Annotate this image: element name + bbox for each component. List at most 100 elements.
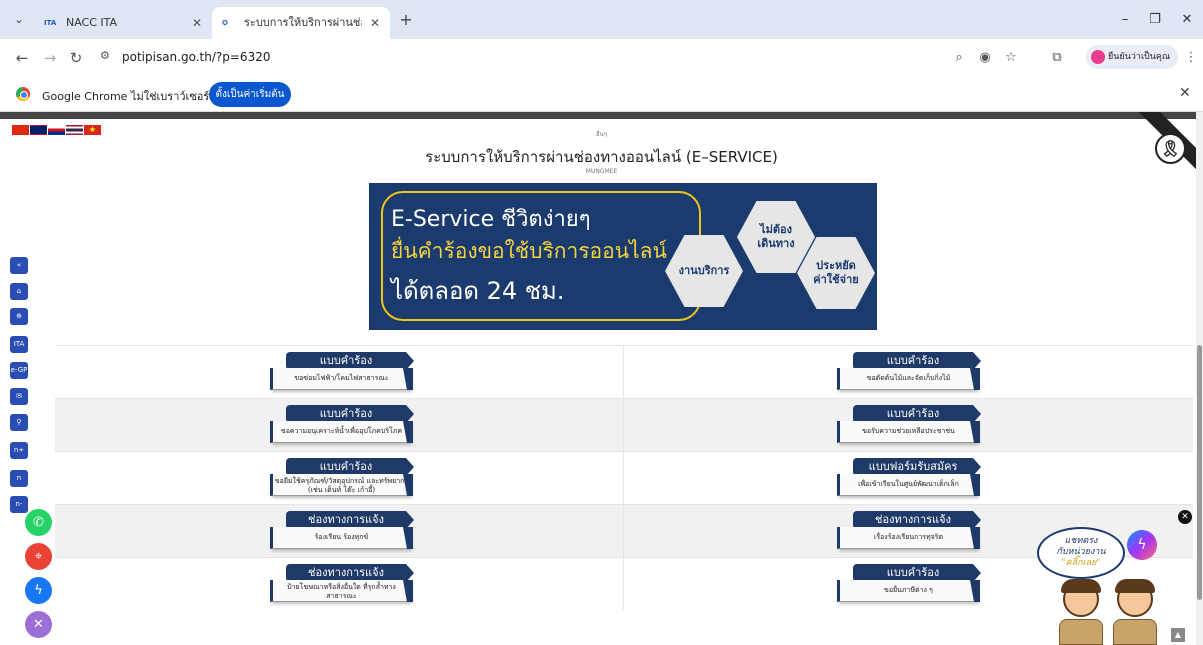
form-button-subtitle: ขอยืมใช้ครุภัณฑ์/วัสดุอุปกรณ์ และทรัพยาก… [270, 474, 410, 496]
form-cell: ช่องทางการแจ้ง ร้องเรียน ร้องทุกข์ [55, 505, 623, 558]
ita-favicon-icon: ITA [44, 19, 57, 27]
eservice-form-grid: แบบคำร้อง ขอซ่อมไฟฟ้า/โคมไฟสาธารณะ แบบคำ… [55, 345, 1193, 610]
infobar-close-icon[interactable]: ✕ [1179, 85, 1191, 101]
address-bar[interactable]: ⚙ potipisan.go.th/?p=6320 [94, 45, 994, 71]
profile-label: ยืนยันว่าเป็นคุณ [1108, 52, 1171, 62]
collapse-sidebar-icon[interactable]: « [10, 257, 28, 274]
form-cell: ช่องทางการแจ้ง ป้ายโฆษณาหรือสิ่งอื่นใด ท… [55, 558, 623, 611]
sidebar-link-n[interactable]: n [10, 470, 28, 487]
form-button-subtitle: เพื่อเข้าเรียนในศูนย์พัฒนาเด็กเล็ก [837, 474, 977, 496]
form-tree-cutting-button[interactable]: แบบคำร้อง ขอตัดต้นไม้และจัดเก็บกิ่งไม้ [837, 352, 982, 394]
form-button-subtitle: เรื่องร้องเรียนการทุจริต [837, 527, 977, 549]
back-icon[interactable]: ← [12, 48, 32, 68]
page-content: ★ 🎗 อื่นๆ ระบบการให้บริการผ่านช่องทางออน… [0, 112, 1203, 645]
messenger-icon[interactable]: ϟ [25, 577, 52, 604]
form-streetlight-repair-button[interactable]: แบบคำร้อง ขอซ่อมไฟฟ้า/โคมไฟสาธารณะ [270, 352, 415, 394]
extensions-icon[interactable]: ⧉ [1048, 49, 1066, 67]
chat-bubble-line: "คลิ๊กเลย" [1061, 558, 1101, 568]
chat-bubble[interactable]: แชทตรง กับหน่วยงาน "คลิ๊กเลย" [1037, 527, 1125, 579]
scrollbar-thumb[interactable] [1197, 345, 1202, 600]
egp-link[interactable]: e-GP [10, 362, 28, 379]
form-button-subtitle: ร้องเรียน ร้องทุกข์ [270, 527, 410, 549]
form-cell: แบบคำร้อง ขอความอนุเคราะห์น้ำเพื่ออุปโภค… [55, 399, 623, 452]
form-water-request-button[interactable]: แบบคำร้อง ขอความอนุเคราะห์น้ำเพื่ออุปโภค… [270, 405, 415, 447]
restore-icon[interactable]: ❐ [1145, 10, 1165, 30]
form-cell: แบบคำร้อง ขอรับความช่วยเหลือประชาชน [624, 399, 1193, 452]
sidebar-link-n-minus[interactable]: n- [10, 496, 28, 513]
url-text[interactable]: potipisan.go.th/?p=6320 [122, 50, 270, 64]
tab-strip: ⌄ ITA NACC ITA ✕ ✪ ระบบการให้บริการผ่านช… [0, 0, 1203, 39]
eservice-banner: E-Service ชีวิตง่ายๆ ยื่นคำร้องขอใช้บริก… [369, 183, 877, 330]
default-browser-infobar: Google Chrome ไม่ใช่เบราว์เซอร์เริ่มต้น … [0, 77, 1203, 112]
tab-close-icon[interactable]: ✕ [370, 7, 380, 39]
chat-bubble-line: แชทตรง [1064, 536, 1098, 546]
set-default-button[interactable]: ตั้งเป็นค่าเริ่มต้น [209, 82, 291, 107]
chat-bubble-line: กับหน่วยงาน [1056, 547, 1106, 557]
avatar [1091, 50, 1105, 64]
form-complaint-button[interactable]: ช่องทางการแจ้ง ร้องเรียน ร้องทุกข์ [270, 511, 415, 553]
ita-link[interactable]: ITA [10, 336, 28, 353]
person-icon[interactable]: ⚲ [10, 414, 28, 431]
form-cell: แบบคำร้อง ขอยืมใช้ครุภัณฑ์/วัสดุอุปกรณ์ … [55, 452, 623, 505]
form-row: แบบคำร้อง ขอยืมใช้ครุภัณฑ์/วัสดุอุปกรณ์ … [55, 451, 1193, 504]
banner-line-3: ได้ตลอด 24 ชม. [391, 277, 565, 305]
tab-eservice[interactable]: ✪ ระบบการให้บริการผ่านช่องทางออนไล ✕ [212, 7, 390, 39]
page-subtitle: MUNGMEE [585, 168, 618, 175]
form-public-assistance-button[interactable]: แบบคำร้อง ขอรับความช่วยเหลือประชาชน [837, 405, 982, 447]
mail-icon[interactable]: ✉ [10, 388, 28, 405]
form-button-subtitle: ขอความอนุเคราะห์น้ำเพื่ออุปโภคบริโภค [270, 421, 410, 443]
form-button-subtitle: ขอยื่นภาษีต่าง ๆ [837, 580, 977, 602]
form-corruption-report-button[interactable]: ช่องทางการแจ้ง เรื่องร้องเรียนการทุจริต [837, 511, 982, 553]
profile-button[interactable]: ยืนยันว่าเป็นคุณ [1086, 45, 1178, 69]
close-window-icon[interactable]: ✕ [1177, 10, 1197, 30]
category-label: อื่นๆ [596, 131, 607, 138]
form-row: แบบคำร้อง ขอความอนุเคราะห์น้ำเพื่ออุปโภค… [55, 398, 1193, 451]
form-button-subtitle: ขอรับความช่วยเหลือประชาชน [837, 421, 977, 443]
form-cell: แบบคำร้อง ขอตัดต้นไม้และจัดเก็บกิ่งไม้ [624, 346, 1193, 399]
bookmark-star-icon[interactable]: ☆ [1002, 49, 1020, 67]
form-tax-filing-button[interactable]: แบบคำร้อง ขอยื่นภาษีต่าง ๆ [837, 564, 982, 606]
close-contacts-icon[interactable]: ✕ [25, 611, 52, 638]
seal-favicon-icon: ✪ [222, 19, 228, 27]
zoom-icon[interactable]: ⌕ [950, 49, 968, 67]
new-tab-icon[interactable]: + [396, 10, 416, 30]
tab-search-icon[interactable]: ⌄ [10, 11, 28, 29]
reload-icon[interactable]: ↻ [66, 48, 86, 68]
news-ticker [0, 112, 1203, 119]
tab-title: NACC ITA [66, 16, 118, 29]
lens-icon[interactable]: ◉ [976, 49, 994, 67]
form-cell: แบบฟอร์มรับสมัคร เพื่อเข้าเรียนในศูนย์พั… [624, 452, 1193, 505]
home-icon[interactable]: ⌂ [10, 283, 28, 300]
form-row: ช่องทางการแจ้ง ร้องเรียน ร้องทุกข์ ช่องท… [55, 504, 1193, 557]
form-row: ช่องทางการแจ้ง ป้ายโฆษณาหรือสิ่งอื่นใด ท… [55, 557, 1193, 610]
site-info-icon[interactable]: ⚙ [100, 49, 110, 62]
chat-messenger-icon[interactable]: ϟ [1127, 530, 1157, 560]
sidebar-link-n-plus[interactable]: n+ [10, 442, 28, 459]
tab-close-icon[interactable]: ✕ [192, 7, 202, 39]
mascot-girl [1107, 579, 1163, 645]
minimize-icon[interactable]: – [1115, 10, 1135, 30]
forward-icon[interactable]: → [40, 48, 60, 68]
browser-toolbar: ← → ↻ ⚙ potipisan.go.th/?p=6320 ⌕ ◉ ☆ ⧉ … [0, 39, 1203, 77]
form-button-subtitle: ขอตัดต้นไม้และจัดเก็บกิ่งไม้ [837, 368, 977, 390]
form-cell: แบบคำร้อง ขอซ่อมไฟฟ้า/โคมไฟสาธารณะ [55, 346, 623, 399]
form-button-subtitle: ขอซ่อมไฟฟ้า/โคมไฟสาธารณะ [270, 368, 410, 390]
tab-nacc-ita[interactable]: ITA NACC ITA ✕ [34, 7, 212, 39]
banner-line-2: ยื่นคำร้องขอใช้บริการออนไลน์ [391, 239, 667, 263]
menu-icon[interactable]: ⋮ [1182, 49, 1200, 67]
close-chat-icon[interactable]: ✕ [1178, 510, 1192, 524]
globe-icon[interactable]: ⊕ [10, 308, 28, 325]
form-button-subtitle: ป้ายโฆษณาหรือสิ่งอื่นใด ที่รุกล้ำทางสาธา… [270, 580, 410, 602]
scroll-to-top-icon[interactable]: ▲ [1171, 628, 1185, 642]
chrome-logo-icon [16, 87, 30, 101]
banner-line-1: E-Service ชีวิตง่ายๆ [391, 207, 591, 232]
form-billboard-encroachment-button[interactable]: ช่องทางการแจ้ง ป้ายโฆษณาหรือสิ่งอื่นใด ท… [270, 564, 415, 606]
mascot-boy [1053, 579, 1109, 645]
form-equipment-loan-button[interactable]: แบบคำร้อง ขอยืมใช้ครุภัณฑ์/วัสดุอุปกรณ์ … [270, 458, 415, 500]
tab-title: ระบบการให้บริการผ่านช่องทางออนไล [244, 16, 362, 29]
phone-icon[interactable]: ✆ [25, 509, 52, 536]
mascot-image[interactable] [1045, 575, 1175, 645]
form-row: แบบคำร้อง ขอซ่อมไฟฟ้า/โคมไฟสาธารณะ แบบคำ… [55, 345, 1193, 398]
form-childcare-enrollment-button[interactable]: แบบฟอร์มรับสมัคร เพื่อเข้าเรียนในศูนย์พั… [837, 458, 982, 500]
map-pin-icon[interactable]: ⌖ [25, 543, 52, 570]
